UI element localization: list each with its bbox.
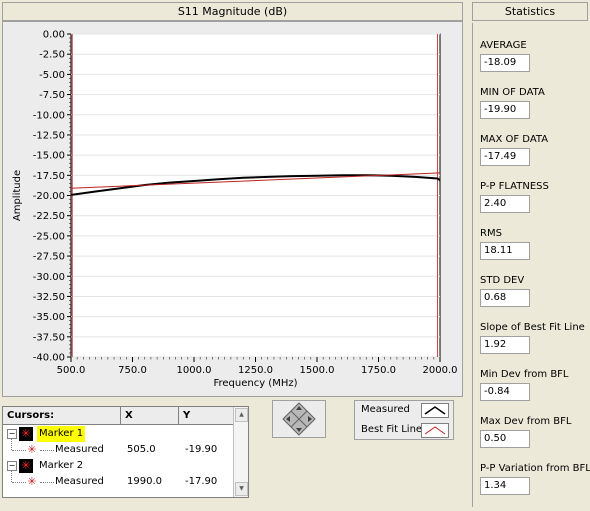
legend-item-measured[interactable]: Measured xyxy=(355,401,453,420)
stat-value[interactable]: -19.90 xyxy=(480,101,530,119)
marker-2-y-value[interactable]: -17.90 xyxy=(185,474,217,490)
stat-7: Min Dev from BFL -0.84 xyxy=(480,369,569,401)
y-tick-label: -25.00 xyxy=(33,231,65,242)
stat-2: MAX OF DATA -17.49 xyxy=(480,134,548,166)
stat-label: RMS xyxy=(480,228,502,239)
scroll-up-icon[interactable]: ▲ xyxy=(235,408,248,422)
marker-1-label[interactable]: Marker 1 xyxy=(37,426,86,442)
x-tick-label: 1750.0 xyxy=(361,365,396,376)
statistics-panel: AVERAGE -18.09 MIN OF DATA -19.90 MAX OF DAT… xyxy=(472,23,590,507)
y-tick-label: -32.50 xyxy=(33,292,65,303)
stat-label: Max Dev from BFL xyxy=(480,416,572,427)
stat-3: P-P FLATNESS 2.40 xyxy=(480,181,549,213)
marker-2-label[interactable]: Marker 2 xyxy=(39,458,83,474)
y-tick-label: -30.00 xyxy=(33,272,65,283)
stat-label: MIN OF DATA xyxy=(480,87,545,98)
crosshair-marker-icon: ✳ xyxy=(19,427,33,441)
y-tick-label: -20.00 xyxy=(33,191,65,202)
legend-label: Measured xyxy=(361,404,410,415)
y-tick-label: -10.00 xyxy=(33,110,65,121)
black-line-swatch-icon[interactable] xyxy=(421,403,449,418)
stat-value[interactable]: 2.40 xyxy=(480,195,530,213)
stat-value[interactable]: -17.49 xyxy=(480,148,530,166)
chart-title: S11 Magnitude (dB) xyxy=(2,2,463,21)
y-tick-label: -22.50 xyxy=(33,211,65,222)
marker-1-trace-label: Measured xyxy=(55,444,104,455)
y-tick-label: -37.50 xyxy=(33,332,65,343)
y-axis-title: Amplitude xyxy=(12,170,23,221)
stat-label: AVERAGE xyxy=(480,40,527,51)
y-tick-label: 0.00 xyxy=(43,30,65,41)
marker-2-trace-label: Measured xyxy=(55,476,104,487)
x-tick-label: 2000.0 xyxy=(423,365,458,376)
stat-value[interactable]: 1.92 xyxy=(480,336,530,354)
marker-2-row[interactable]: − ✳ Marker 2 xyxy=(3,458,234,474)
x-column-header[interactable]: X xyxy=(121,407,179,425)
statistics-title: Statistics xyxy=(472,2,588,21)
stat-value[interactable]: -18.09 xyxy=(480,54,530,72)
x-tick-label: 1000.0 xyxy=(177,365,212,376)
cursor-movement-pad[interactable] xyxy=(272,400,326,438)
stat-9: P-P Variation from BFL 1.34 xyxy=(480,463,590,495)
y-tick-label: -17.50 xyxy=(33,171,65,182)
stat-value[interactable]: 1.34 xyxy=(480,477,530,495)
chart-panel[interactable]: 0.00 -2.50 -5.00 -7.50 -10.00 -12.50 -15.00 -17… xyxy=(2,21,463,397)
stat-value[interactable]: 0.50 xyxy=(480,430,530,448)
marker-2-x-value[interactable]: 1990.0 xyxy=(127,474,162,490)
y-column-header[interactable]: Y xyxy=(179,407,235,425)
stat-5: STD DEV 0.68 xyxy=(480,275,530,307)
stat-label: P-P Variation from BFL xyxy=(480,463,590,474)
cursor-table-scrollbar[interactable]: ▲ ▼ xyxy=(233,407,248,497)
stat-value[interactable]: -0.84 xyxy=(480,383,530,401)
legend-item-best-fit-line[interactable]: Best Fit Line xyxy=(355,421,453,440)
marker-1-y-value[interactable]: -19.90 xyxy=(185,442,217,458)
collapse-icon[interactable]: − xyxy=(7,429,17,439)
y-tick-label: -35.00 xyxy=(33,312,65,323)
crosshair-marker-icon: ✳ xyxy=(27,443,37,456)
cursors-column-header[interactable]: Cursors: xyxy=(3,407,121,425)
stat-label: Min Dev from BFL xyxy=(480,369,569,380)
marker-1-measured-row[interactable]: ✳ Measured 505.0 -19.90 xyxy=(3,438,234,458)
marker-1-x-value[interactable]: 505.0 xyxy=(127,442,156,458)
crosshair-marker-icon: ✳ xyxy=(27,475,37,488)
y-tick-label: -27.50 xyxy=(33,252,65,263)
y-tick-label: -40.00 xyxy=(33,353,65,364)
crosshair-marker-icon: ✳ xyxy=(19,459,33,473)
stat-label: STD DEV xyxy=(480,275,525,286)
scroll-down-icon[interactable]: ▼ xyxy=(235,482,248,496)
stat-6: Slope of Best Fit Line 1.92 xyxy=(480,322,585,354)
y-tick-label: -5.00 xyxy=(39,70,65,81)
x-tick-label: 1500.0 xyxy=(300,365,335,376)
x-tick-label: 500.0 xyxy=(57,365,86,376)
stat-label: MAX OF DATA xyxy=(480,134,549,145)
s11-magnitude-chart[interactable]: 0.00 -2.50 -5.00 -7.50 -10.00 -12.50 -15.00 -17… xyxy=(3,22,462,396)
stat-1: MIN OF DATA -19.90 xyxy=(480,87,545,119)
stat-value[interactable]: 18.11 xyxy=(480,242,530,260)
cursor-table[interactable]: Cursors: X Y − ✳ Marker 1 ✳ Measured 505… xyxy=(2,406,249,498)
legend-label: Best Fit Line xyxy=(361,424,423,435)
plot-legend[interactable]: Measured Best Fit Line xyxy=(354,400,454,440)
marker-2-measured-row[interactable]: ✳ Measured 1990.0 -17.90 xyxy=(3,470,234,490)
y-tick-label: -12.50 xyxy=(33,130,65,141)
x-axis-title: Frequency (MHz) xyxy=(213,378,297,389)
stat-value[interactable]: 0.68 xyxy=(480,289,530,307)
red-line-swatch-icon[interactable] xyxy=(421,423,449,438)
stat-0: AVERAGE -18.09 xyxy=(480,40,530,72)
y-tick-label: -15.00 xyxy=(33,151,65,162)
x-tick-label: 750.0 xyxy=(118,365,147,376)
x-tick-label: 1250.0 xyxy=(238,365,273,376)
diamond-pad-icon[interactable] xyxy=(273,401,325,437)
stat-label: P-P FLATNESS xyxy=(480,181,549,192)
collapse-icon[interactable]: − xyxy=(7,461,17,471)
y-tick-label: -7.50 xyxy=(39,90,65,101)
marker-1-row[interactable]: − ✳ Marker 1 xyxy=(3,426,234,442)
stat-8: Max Dev from BFL 0.50 xyxy=(480,416,571,448)
y-tick-label: -2.50 xyxy=(39,50,65,61)
stat-label: Slope of Best Fit Line xyxy=(480,322,585,333)
stat-4: RMS 18.11 xyxy=(480,228,530,260)
